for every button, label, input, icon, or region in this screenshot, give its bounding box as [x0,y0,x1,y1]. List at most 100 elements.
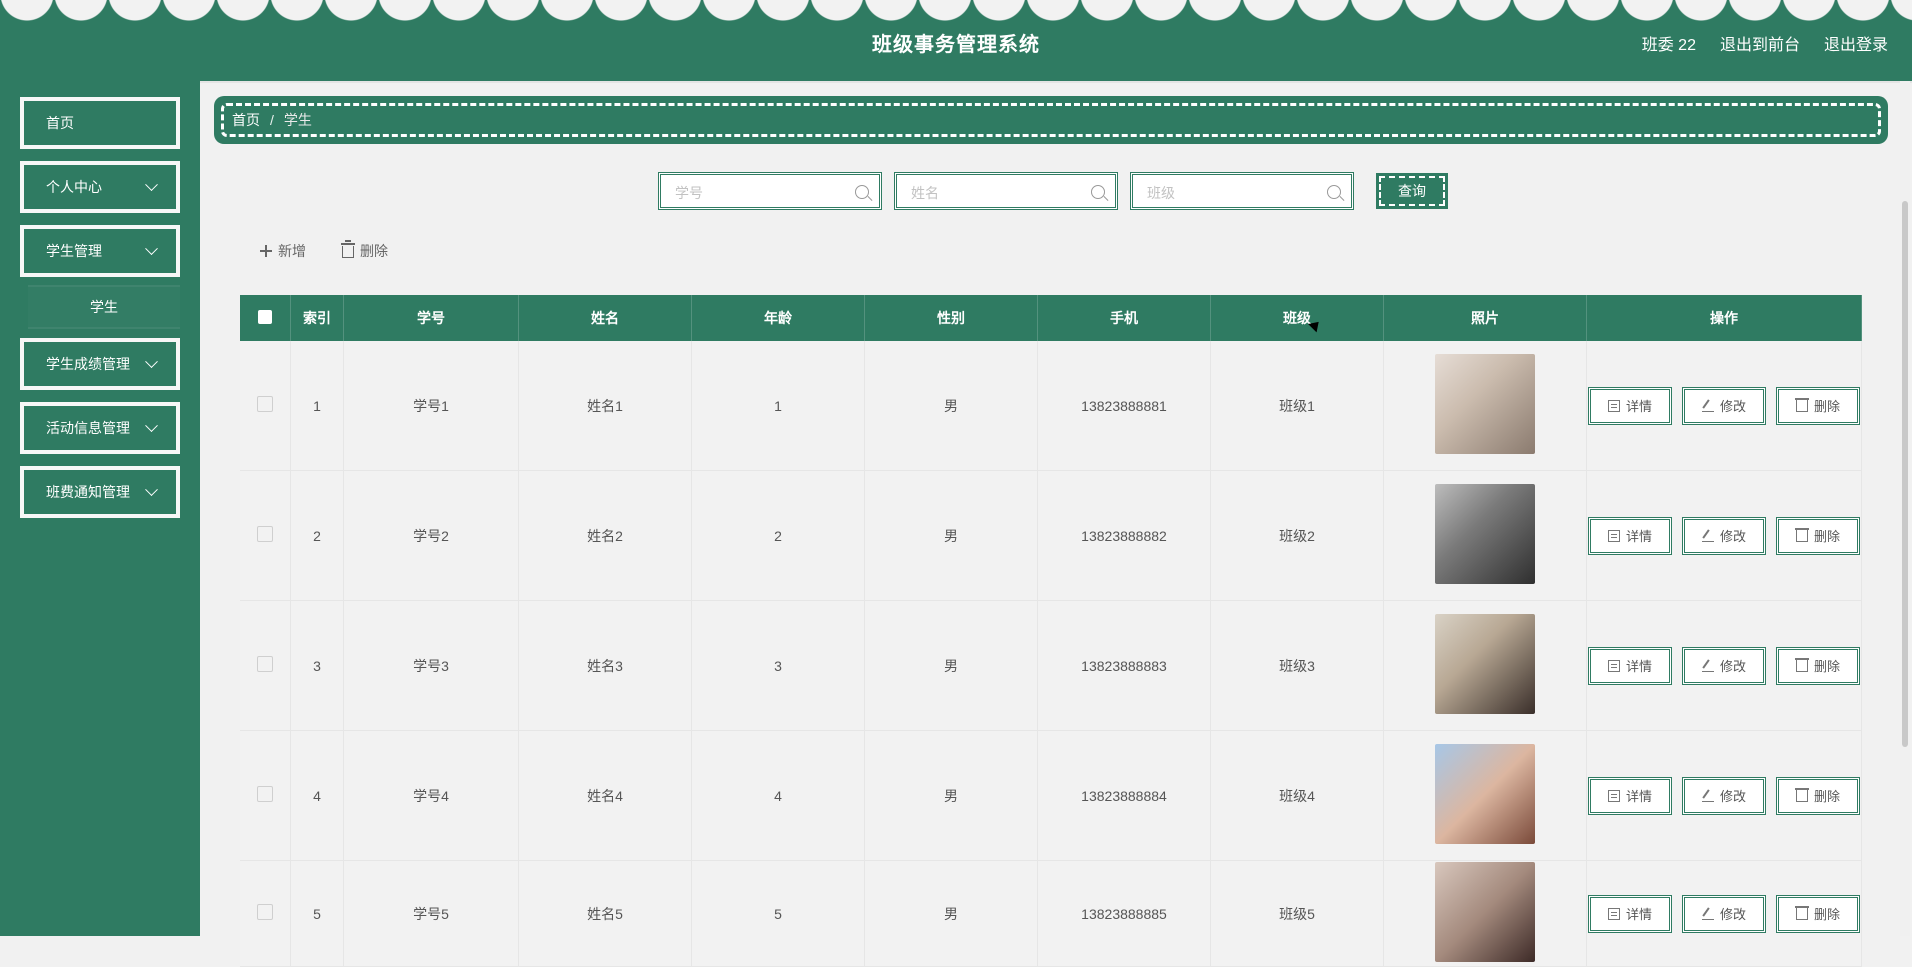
row-checkbox[interactable] [257,656,273,672]
cell-age: 4 [691,730,865,861]
sidebar-subitem-student[interactable]: 学生 [28,285,180,329]
row-checkbox[interactable] [257,526,273,542]
edit-button[interactable]: 修改 [1682,894,1766,933]
cell-age: 1 [691,341,865,471]
delete-button[interactable]: 删除 [1776,516,1860,555]
cell-gender: 男 [864,730,1038,861]
delete-label: 删除 [1813,529,1840,544]
delete-button[interactable]: 删除 [1776,776,1860,815]
delete-button[interactable]: 删除 [1776,894,1860,933]
cell-name: 姓名2 [518,470,692,601]
row-select-cell[interactable] [240,341,291,471]
cell-phone: 13823888883 [1037,600,1211,731]
edit-icon [1701,529,1714,542]
sidebar: 首页 个人中心 学生管理 学生 学生成绩管理 活动信息管理 班费通知管理 [0,81,200,936]
cell-age: 2 [691,470,865,601]
row-select-cell[interactable] [240,470,291,601]
breadcrumb-home[interactable]: 首页 [232,110,260,130]
delete-label: 删除 [360,243,388,259]
header-links: 班委 22 退出到前台 退出登录 [1642,31,1888,55]
row-select-cell[interactable] [240,860,291,967]
batch-delete-button[interactable]: 删除 [341,240,388,261]
sidebar-item-home[interactable]: 首页 [20,97,180,149]
cell-gender: 男 [864,470,1038,601]
scrollbar-thumb[interactable] [1902,201,1908,747]
cell-student-id: 学号1 [343,341,519,471]
detail-button[interactable]: 详情 [1588,646,1672,685]
document-icon [1607,907,1620,920]
add-label: 新增 [278,243,306,259]
row-checkbox[interactable] [257,904,273,920]
search-bar: 查询 [658,172,1448,210]
cell-photo [1383,341,1587,471]
add-button[interactable]: 新增 [260,241,306,261]
delete-label: 删除 [1813,907,1840,922]
sidebar-item-student-management[interactable]: 学生管理 [20,225,180,277]
search-icon [855,185,869,199]
edit-label: 修改 [1719,659,1746,674]
edit-label: 修改 [1719,907,1746,922]
sidebar-item-personal-center[interactable]: 个人中心 [20,161,180,213]
edit-button[interactable]: 修改 [1682,646,1766,685]
query-button[interactable]: 查询 [1376,173,1448,209]
row-select-cell[interactable] [240,600,291,731]
trash-icon [1794,657,1809,672]
sidebar-item-label: 个人中心 [46,179,102,195]
row-checkbox[interactable] [257,396,273,412]
cell-class: 班级4 [1210,730,1384,861]
logout-link[interactable]: 退出登录 [1824,31,1888,55]
student-photo [1435,744,1535,844]
edit-label: 修改 [1719,529,1746,544]
chevron-down-icon [145,418,158,432]
name-field[interactable] [894,172,1118,210]
edit-button[interactable]: 修改 [1682,776,1766,815]
edit-button[interactable]: 修改 [1682,516,1766,555]
sidebar-item-fee-notice-management[interactable]: 班费通知管理 [20,466,180,518]
edit-icon [1701,659,1714,672]
detail-button[interactable]: 详情 [1588,516,1672,555]
cell-class: 班级2 [1210,470,1384,601]
document-icon [1607,529,1620,542]
exit-to-front-link[interactable]: 退出到前台 [1720,31,1800,55]
detail-button[interactable]: 详情 [1588,894,1672,933]
delete-label: 删除 [1813,659,1840,674]
class-field[interactable] [1130,172,1354,210]
cell-class: 班级3 [1210,600,1384,731]
select-all-checkbox[interactable] [258,309,272,324]
sidebar-item-label: 首页 [46,115,74,131]
trash-icon [1794,527,1809,542]
student-id-input[interactable] [673,182,845,204]
cell-gender: 男 [864,860,1038,967]
cell-index: 4 [290,730,344,861]
row-checkbox[interactable] [257,786,273,802]
breadcrumb-separator: / [270,112,274,128]
cell-operations: 详情 修改 删除 [1586,470,1862,601]
student-id-field[interactable] [658,172,882,210]
delete-label: 删除 [1813,399,1840,414]
class-input[interactable] [1145,182,1317,204]
detail-button[interactable]: 详情 [1588,776,1672,815]
cell-age: 5 [691,860,865,967]
trash-icon [1794,397,1809,412]
select-all-cell[interactable] [240,295,291,341]
detail-label: 详情 [1625,907,1652,922]
table-header-row: 索引 学号 姓名 年龄 性别 手机 班级 照片 操作 [240,295,1862,341]
cell-phone: 13823888882 [1037,470,1211,601]
delete-button[interactable]: 删除 [1776,386,1860,425]
detail-label: 详情 [1625,789,1652,804]
sidebar-item-grades-management[interactable]: 学生成绩管理 [20,338,180,390]
plus-icon [260,245,272,257]
delete-button[interactable]: 删除 [1776,646,1860,685]
name-input[interactable] [909,182,1081,204]
cell-class: 班级5 [1210,860,1384,967]
cell-photo [1383,600,1587,731]
sidebar-item-activity-management[interactable]: 活动信息管理 [20,402,180,454]
detail-button[interactable]: 详情 [1588,386,1672,425]
page-scrollbar[interactable] [1900,81,1910,936]
edit-label: 修改 [1719,399,1746,414]
search-icon [1327,185,1341,199]
row-select-cell[interactable] [240,730,291,861]
table-row: 2 学号2 姓名2 2 男 13823888882 班级2 详情 修改 删除 [240,470,1862,601]
header-bar: 班级事务管理系统 班委 22 退出到前台 退出登录 [0,0,1912,81]
edit-button[interactable]: 修改 [1682,386,1766,425]
